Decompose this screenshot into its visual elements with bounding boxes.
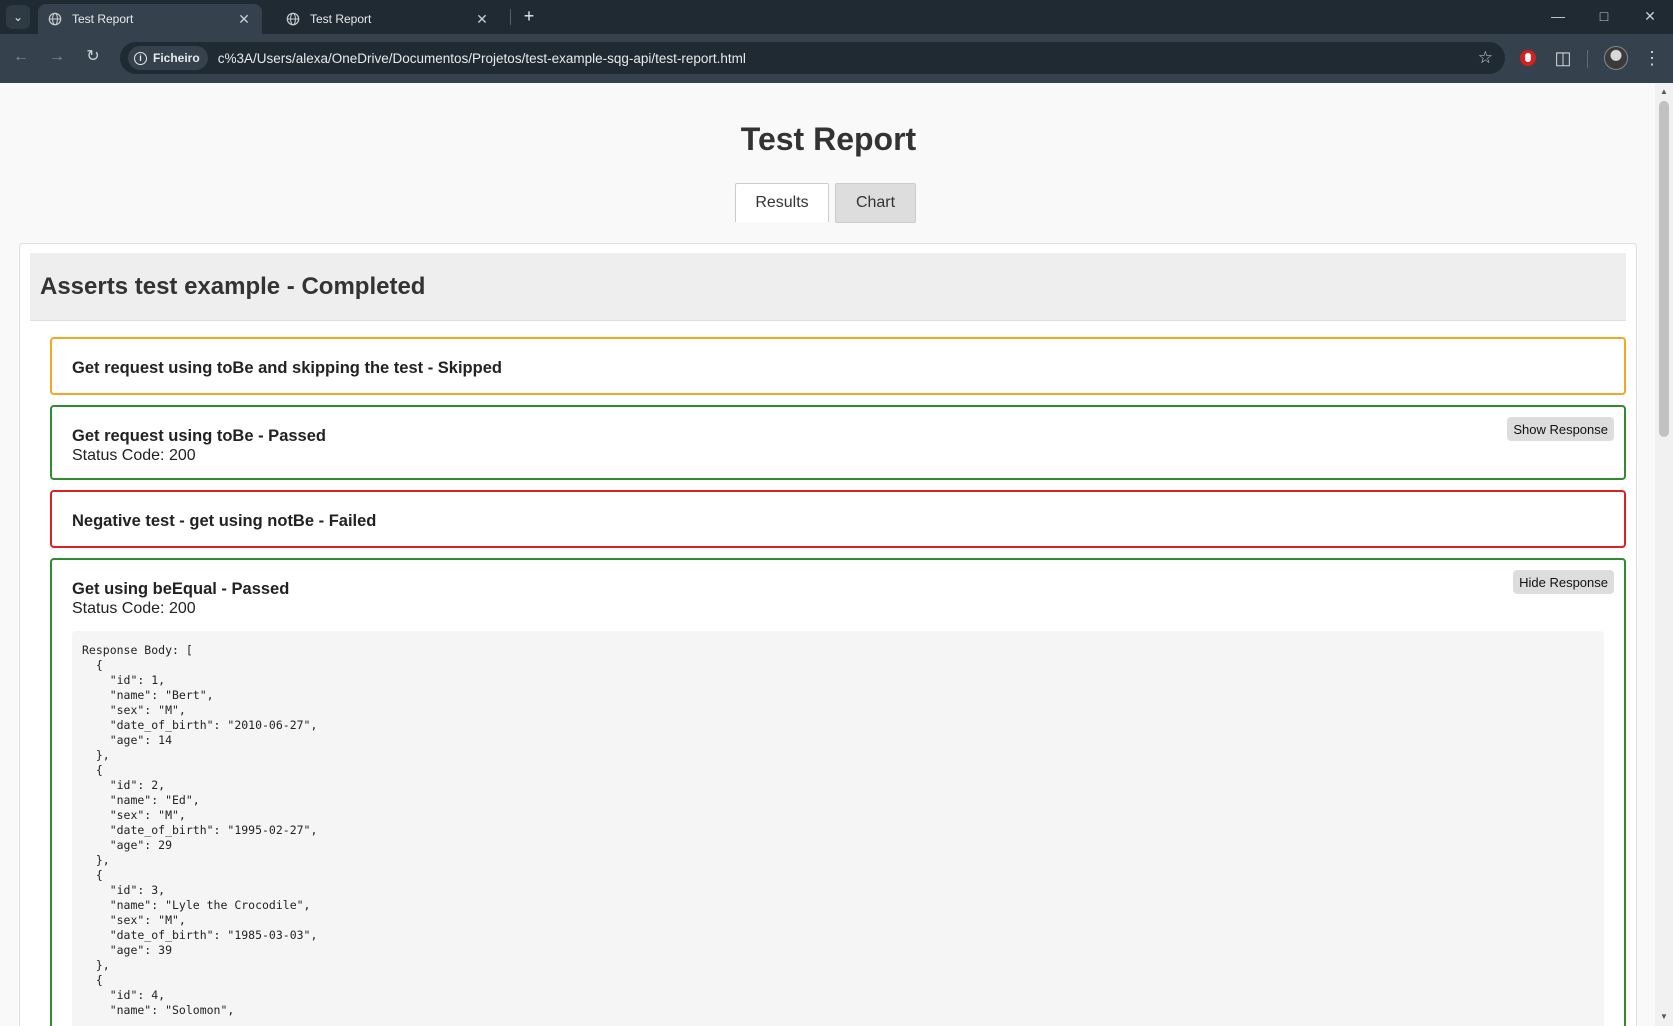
- scroll-thumb[interactable]: [1659, 101, 1669, 437]
- tab-chart[interactable]: Chart: [835, 183, 916, 223]
- tab-title: Test Report: [72, 12, 134, 26]
- scroll-up-arrow-icon[interactable]: ▲: [1655, 85, 1673, 99]
- site-info-label: Ficheiro: [153, 51, 200, 65]
- test-item-passed: Get request using toBe - Passed Status C…: [50, 405, 1626, 480]
- back-arrow-icon[interactable]: ←: [10, 46, 32, 68]
- extension-red-icon[interactable]: [1515, 45, 1541, 71]
- status-code: Status Code: 200: [72, 447, 196, 464]
- browser-tab-bar: ⌄ Test Report ✕ Test Report ✕ + — □ ✕: [0, 0, 1673, 34]
- site-info-chip[interactable]: i Ficheiro: [128, 46, 208, 70]
- globe-icon: [286, 12, 300, 26]
- close-icon[interactable]: ✕: [474, 11, 490, 28]
- page-content: Test Report Results Chart Asserts test e…: [0, 83, 1655, 1026]
- kebab-menu-icon[interactable]: ⋮: [1642, 46, 1662, 70]
- suite-header: Asserts test example - Completed: [30, 253, 1626, 321]
- minimize-icon[interactable]: —: [1535, 0, 1581, 32]
- scroll-down-arrow-icon[interactable]: ▼: [1655, 1010, 1673, 1024]
- window-close-icon[interactable]: ✕: [1627, 0, 1673, 32]
- close-icon[interactable]: ✕: [236, 11, 252, 28]
- browser-tab[interactable]: Test Report ✕: [276, 4, 500, 34]
- report-tabs: Results Chart: [735, 183, 916, 223]
- test-item-failed: Negative test - get using notBe - Failed: [50, 490, 1626, 548]
- test-name: Get request using toBe and skipping the …: [72, 359, 502, 377]
- results-panel: Asserts test example - Completed Get req…: [19, 243, 1637, 1026]
- test-name: Get using beEqual - Passed: [72, 580, 290, 598]
- globe-icon: [48, 12, 62, 26]
- maximize-icon[interactable]: □: [1581, 0, 1627, 32]
- hide-response-button[interactable]: Hide Response: [1513, 570, 1614, 594]
- status-code: Status Code: 200: [72, 600, 196, 617]
- response-body: Response Body: [ { "id": 1, "name": "Ber…: [72, 631, 1604, 1026]
- toolbar-divider: [1587, 50, 1588, 68]
- puzzle-icon[interactable]: ◫: [1550, 45, 1576, 71]
- reload-icon[interactable]: ↻: [82, 46, 104, 68]
- url-text[interactable]: c%3A/Users/alexa/OneDrive/Documentos/Pro…: [218, 51, 746, 66]
- test-name: Get request using toBe - Passed: [72, 427, 326, 445]
- browser-toolbar: ← → ↻ i Ficheiro c%3A/Users/alexa/OneDri…: [0, 34, 1673, 83]
- tab-divider: [510, 9, 511, 25]
- browser-tab-active[interactable]: Test Report ✕: [38, 4, 262, 34]
- page-scrollbar[interactable]: ▲ ▼: [1655, 83, 1673, 1026]
- avatar[interactable]: [1604, 46, 1628, 70]
- page-title: Test Report: [740, 121, 917, 157]
- info-icon: i: [134, 51, 147, 65]
- forward-arrow-icon[interactable]: →: [46, 46, 68, 68]
- tab-title: Test Report: [310, 12, 372, 26]
- star-icon[interactable]: ☆: [1478, 48, 1493, 68]
- test-item-skipped: Get request using toBe and skipping the …: [50, 337, 1626, 395]
- test-name: Negative test - get using notBe - Failed: [72, 512, 377, 530]
- tab-search-icon[interactable]: ⌄: [6, 5, 30, 29]
- tab-results[interactable]: Results: [735, 183, 829, 223]
- test-item-passed-expanded: Get using beEqual - Passed Status Code: …: [50, 558, 1626, 1026]
- show-response-button[interactable]: Show Response: [1507, 417, 1614, 441]
- plus-icon[interactable]: +: [518, 4, 540, 28]
- suite-title: Asserts test example - Completed: [40, 273, 426, 300]
- address-bar[interactable]: i Ficheiro c%3A/Users/alexa/OneDrive/Doc…: [120, 42, 1505, 74]
